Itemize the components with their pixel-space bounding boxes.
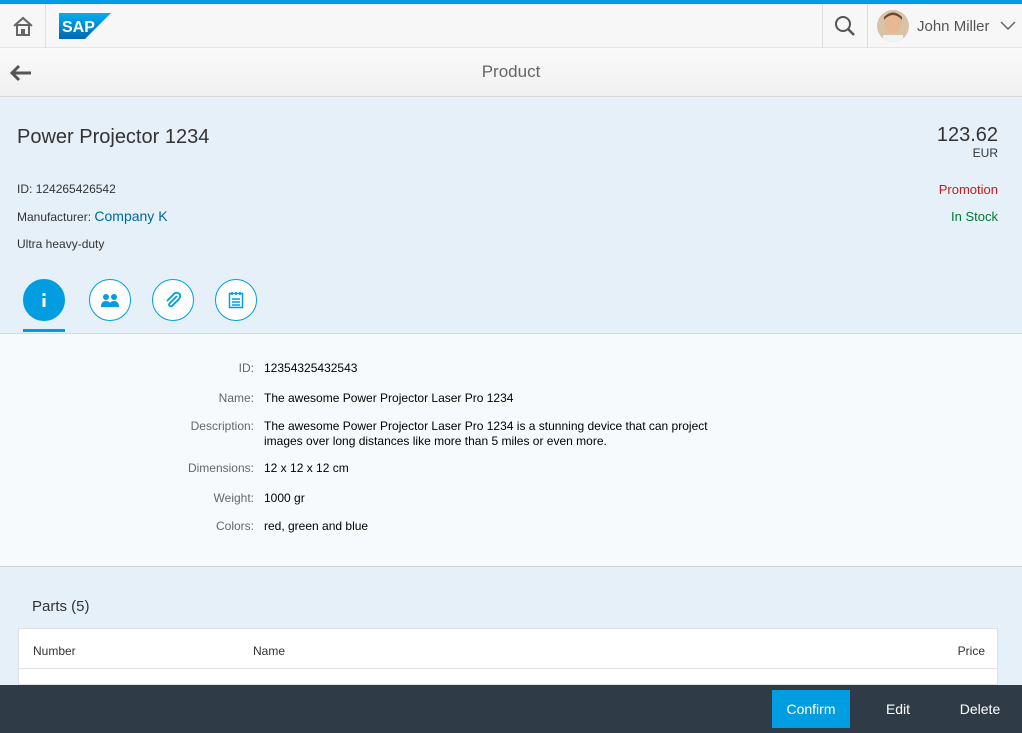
active-tab-indicator	[23, 329, 65, 332]
form-value: 12354325432543	[264, 361, 358, 375]
notes-icon	[228, 292, 244, 309]
tab-notes[interactable]	[215, 279, 257, 321]
user-name: John Miller	[917, 17, 990, 35]
object-header: Power Projector 1234 123.62 EUR ID: 1242…	[0, 97, 1022, 334]
object-price: 123.62	[936, 124, 998, 146]
group-icon	[101, 294, 119, 307]
table-header-divider	[19, 668, 997, 669]
column-header-name[interactable]: Name	[253, 644, 285, 658]
object-title: Power Projector 1234	[17, 126, 210, 148]
form-label: Weight:	[213, 491, 254, 505]
parts-table: Number Name Price	[18, 628, 998, 685]
column-header-number[interactable]: Number	[33, 644, 76, 658]
info-icon	[42, 293, 46, 307]
avatar	[877, 10, 909, 42]
form-value: The awesome Power Projector Laser Pro 12…	[264, 419, 708, 448]
object-id-value: 124265426542	[35, 182, 116, 196]
object-id: ID: 124265426542	[17, 182, 116, 196]
search-button[interactable]	[822, 4, 868, 48]
sap-logo: SAP	[59, 13, 111, 39]
status-in-stock: In Stock	[951, 209, 998, 224]
svg-text:SAP: SAP	[62, 19, 95, 36]
form-label: Dimensions:	[187, 461, 254, 475]
form-label: Name:	[218, 391, 254, 405]
manufacturer-link[interactable]: Company K	[94, 208, 167, 224]
object-description: Ultra heavy-duty	[17, 237, 105, 251]
form-value: The awesome Power Projector Laser Pro 12…	[264, 391, 514, 405]
edit-button[interactable]: Edit	[870, 690, 926, 728]
user-menu[interactable]: John Miller	[868, 4, 1022, 48]
manufacturer-label: Manufacturer:	[17, 210, 92, 224]
shell-bar: SAP John Miller	[0, 4, 1022, 48]
footer-toolbar: Confirm Edit Delete	[0, 685, 1022, 733]
object-id-label: ID:	[17, 182, 33, 196]
object-currency: EUR	[972, 146, 998, 160]
parts-section: Parts (5) Number Name Price	[0, 567, 1022, 685]
delete-button[interactable]: Delete	[948, 690, 1012, 728]
form-label: Colors:	[215, 519, 254, 533]
home-button[interactable]	[0, 4, 46, 48]
form-value: 1000 gr	[264, 491, 305, 505]
status-promotion: Promotion	[938, 182, 998, 197]
chevron-down-icon	[1000, 21, 1016, 31]
page-header: Product	[0, 48, 1022, 97]
confirm-button[interactable]: Confirm	[772, 690, 850, 728]
page-title: Product	[481, 62, 541, 81]
search-icon	[835, 16, 855, 36]
form-label: Description:	[190, 419, 254, 433]
tab-attachments[interactable]	[152, 279, 194, 321]
form-value: 12 x 12 x 12 cm	[264, 461, 349, 475]
form-label: ID:	[238, 361, 254, 375]
object-manufacturer: Manufacturer: Company K	[17, 208, 168, 224]
tab-info[interactable]	[23, 279, 65, 321]
form-value: red, green and blue	[264, 519, 369, 533]
attachment-icon	[166, 291, 182, 308]
parts-title: Parts (5)	[32, 598, 90, 615]
tab-contacts[interactable]	[89, 279, 131, 321]
home-icon	[12, 16, 33, 36]
product-form: ID: 12354325432543 Name: The awesome Pow…	[0, 334, 1022, 567]
column-header-price[interactable]: Price	[958, 644, 985, 658]
